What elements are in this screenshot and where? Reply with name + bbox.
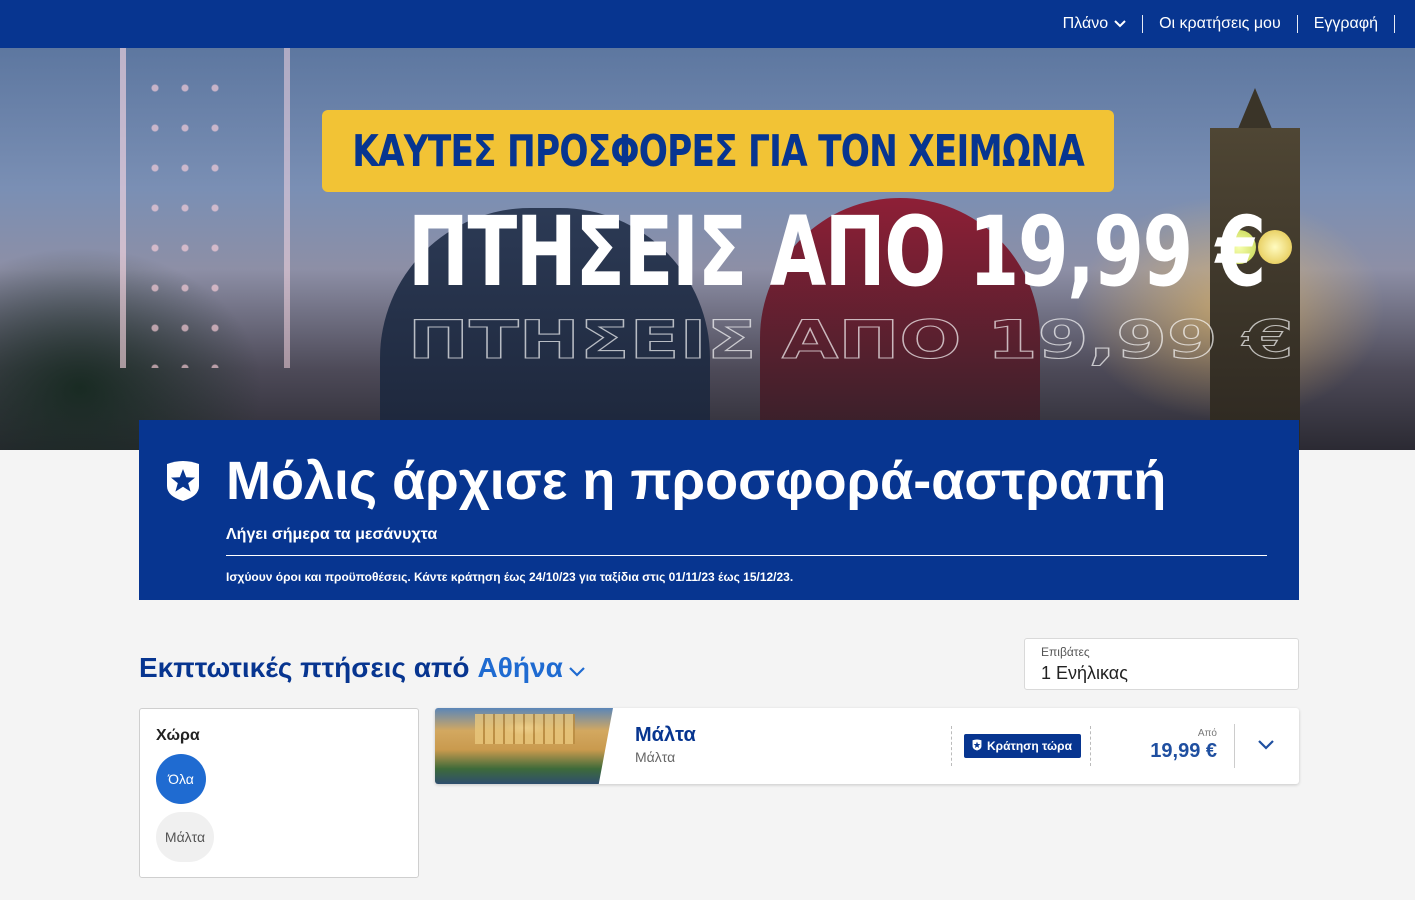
price-value: 19,99 € bbox=[1150, 740, 1217, 762]
heading-prefix: Εκπτωτικές πτήσεις από bbox=[139, 652, 470, 683]
promo-headline-echo: ΠΤΗΣΕΙΣ ΑΠΟ 19,99 € bbox=[407, 309, 1294, 372]
card-divider bbox=[1090, 726, 1091, 766]
country-filter-label: Χώρα bbox=[156, 727, 200, 744]
chevron-down-icon bbox=[1114, 20, 1126, 28]
promo-headline: ΠΤΗΣΕΙΣ ΑΠΟ 19,99 € bbox=[407, 196, 1266, 308]
filter-chip-all[interactable]: Όλα bbox=[156, 754, 206, 804]
passengers-label: Επιβάτες bbox=[1041, 645, 1090, 659]
passengers-selector[interactable]: Επιβάτες 1 Ενήλικας bbox=[1024, 638, 1299, 690]
passengers-value: 1 Ενήλικας bbox=[1041, 663, 1128, 683]
filter-chip-malta[interactable]: Μάλτα bbox=[156, 812, 214, 862]
top-navigation: Πλάνο Οι κρατήσεις μου Εγγραφή bbox=[0, 0, 1415, 48]
my-bookings-link[interactable]: Οι κρατήσεις μου bbox=[1143, 15, 1297, 33]
star-shield-icon bbox=[165, 460, 201, 507]
expand-card-button[interactable] bbox=[1253, 734, 1279, 758]
destination-country: Μάλτα bbox=[635, 749, 676, 765]
origin-city-label: Αθήνα bbox=[477, 652, 563, 683]
country-filter: Χώρα Όλα Μάλτα bbox=[139, 708, 419, 878]
book-now-button[interactable]: Κράτηση τώρα bbox=[964, 734, 1081, 758]
nav-divider bbox=[1142, 15, 1144, 33]
flash-sale-panel: Μόλις άρχισε η προσφορά-αστραπή Λήγει σή… bbox=[139, 420, 1299, 600]
destination-image-buildings bbox=[475, 714, 575, 744]
origin-city-selector[interactable]: Αθήνα bbox=[478, 652, 585, 684]
flash-sale-title: Μόλις άρχισε η προσφορά-αστραπή bbox=[226, 451, 1167, 511]
star-shield-icon bbox=[972, 738, 982, 754]
promo-banner-text: ΚΑΥΤΕΣ ΠΡΟΣΦΟΡΕΣ ΓΙΑ ΤΟΝ ΧΕΙΜΩΝΑ bbox=[352, 125, 1085, 177]
flash-sale-divider bbox=[226, 555, 1267, 556]
register-link[interactable]: Εγγραφή bbox=[1298, 15, 1394, 33]
nav-divider bbox=[1394, 15, 1395, 33]
nav-divider bbox=[1296, 15, 1298, 33]
plan-menu[interactable]: Πλάνο bbox=[1047, 15, 1142, 33]
destination-image bbox=[435, 708, 613, 784]
nav-items: Πλάνο Οι κρατήσεις μου Εγγραφή bbox=[1047, 0, 1395, 48]
destination-name: Μάλτα bbox=[635, 724, 696, 746]
book-now-label: Κράτηση τώρα bbox=[987, 739, 1072, 753]
flash-sale-subtitle: Λήγει σήμερα τα μεσάνυχτα bbox=[226, 526, 438, 543]
chevron-down-icon bbox=[1258, 737, 1274, 755]
plan-menu-label: Πλάνο bbox=[1062, 15, 1109, 32]
flash-sale-terms: Ισχύουν όροι και προϋποθέσεις. Κάντε κρά… bbox=[226, 570, 794, 584]
chevron-down-icon bbox=[569, 652, 585, 684]
hero-banner[interactable]: ΚΑΥΤΕΣ ΠΡΟΣΦΟΡΕΣ ΓΙΑ ΤΟΝ ΧΕΙΜΩΝΑ ΠΤΗΣΕΙΣ… bbox=[0, 48, 1415, 450]
ferris-wheel-lights bbox=[140, 68, 230, 368]
card-divider bbox=[951, 726, 952, 766]
flight-result-card[interactable]: Μάλτα Μάλτα Κράτηση τώρα Από 19,99 € bbox=[435, 708, 1299, 784]
price-from-label: Από bbox=[1197, 728, 1217, 739]
promo-banner: ΚΑΥΤΕΣ ΠΡΟΣΦΟΡΕΣ ΓΙΑ ΤΟΝ ΧΕΙΜΩΝΑ bbox=[322, 110, 1114, 192]
cheap-flights-heading: Εκπτωτικές πτήσεις από Αθήνα bbox=[139, 652, 585, 684]
card-divider bbox=[1234, 724, 1235, 768]
